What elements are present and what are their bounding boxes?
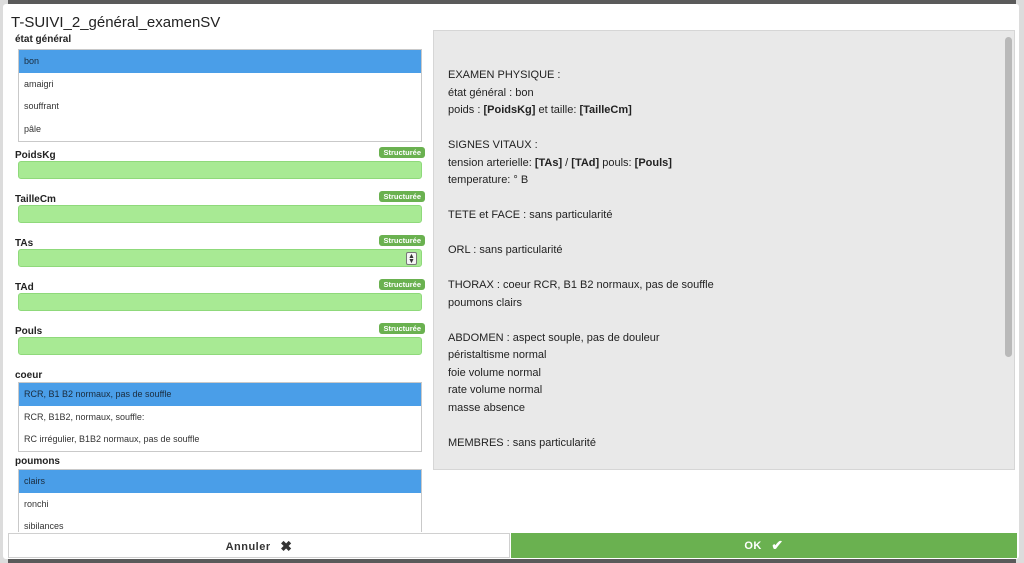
modal-dialog: T-SUIVI_2_général_examenSV état général … — [3, 4, 1019, 559]
report-line: foie volume normal — [448, 366, 541, 379]
scrollbar[interactable] — [1005, 37, 1012, 465]
report-line: ORL : sans particularité — [448, 244, 563, 256]
report-line: poids : [PoidsKg] et taille: [TailleCm] — [448, 104, 632, 116]
list-item[interactable]: amaigri — [19, 73, 421, 96]
structured-badge: Structurée — [379, 147, 425, 158]
report-line: rate volume normal — [448, 384, 543, 396]
report-line: tension arterielle: [TAs] / [TAd] pouls:… — [448, 156, 672, 169]
taille-input[interactable] — [18, 205, 422, 223]
list-item[interactable]: RC irrégulier, B1B2 normaux, pas de souf… — [19, 428, 421, 451]
scrollbar-thumb[interactable] — [1005, 37, 1012, 357]
list-item[interactable]: ronchi — [19, 493, 421, 516]
report-line: EXAMEN PHYSIQUE : — [448, 69, 561, 81]
pouls-input[interactable] — [18, 337, 422, 355]
list-item[interactable]: souffrant — [19, 95, 421, 118]
report-line — [448, 120, 988, 138]
poids-label: PoidsKg — [15, 150, 56, 161]
structured-badge: Structurée — [379, 191, 425, 202]
list-item[interactable]: pâle — [19, 118, 421, 141]
coeur-list[interactable]: RCR, B1 B2 normaux, pas de souffle RCR, … — [18, 382, 422, 452]
report-line: SIGNES VITAUX : — [448, 139, 538, 151]
report-line: poumons clairs — [448, 296, 522, 309]
list-item[interactable]: RCR, B1 B2 normaux, pas de souffle — [19, 383, 421, 406]
report-line — [448, 190, 988, 208]
form-column[interactable]: état général bon amaigri souffrant pâle … — [13, 32, 425, 532]
report-textarea[interactable]: EXAMEN PHYSIQUE : état général : bon poids… — [433, 30, 1015, 470]
taille-label: TailleCm — [15, 194, 56, 205]
list-item[interactable]: clairs — [19, 470, 421, 493]
poumons-list[interactable]: clairs ronchi sibilances — [18, 469, 422, 532]
report-line: ABDOMEN : aspect souple, pas de douleur — [448, 331, 660, 344]
ok-button-label: OK — [744, 540, 762, 552]
tad-input[interactable] — [18, 293, 422, 311]
structured-badge: Structurée — [379, 323, 425, 334]
poumons-label: poumons — [15, 456, 60, 467]
tas-input[interactable]: ▲ ▼ — [18, 249, 422, 267]
list-item[interactable]: bon — [19, 50, 421, 73]
number-spinner-icon[interactable]: ▲ ▼ — [406, 252, 417, 265]
tas-label: TAs — [15, 238, 34, 249]
report-line — [448, 312, 988, 330]
close-icon: ✖ — [280, 538, 293, 554]
report-text: EXAMEN PHYSIQUE : état général : bon poids… — [448, 67, 988, 452]
check-icon: ✔ — [771, 537, 784, 553]
list-item[interactable]: RCR, B1B2, normaux, souffle: — [19, 406, 421, 429]
report-line — [448, 225, 988, 243]
list-item[interactable]: sibilances — [19, 515, 421, 532]
etat-general-list[interactable]: bon amaigri souffrant pâle — [18, 49, 422, 142]
tad-label: TAd — [15, 282, 34, 293]
etat-general-label: état général — [15, 34, 72, 45]
poids-input[interactable] — [18, 161, 422, 179]
coeur-label: coeur — [15, 370, 43, 381]
structured-badge: Structurée — [379, 279, 425, 290]
dialog-title: T-SUIVI_2_général_examenSV — [11, 14, 221, 31]
ok-button[interactable]: OK ✔ — [511, 533, 1017, 558]
report-line: THORAX : coeur RCR, B1 B2 normaux, pas d… — [448, 279, 714, 291]
cancel-button[interactable]: Annuler ✖ — [8, 533, 510, 558]
report-line — [448, 260, 988, 278]
report-line — [448, 417, 988, 435]
report-line: MEMBRES : sans particularité — [448, 436, 596, 449]
report-line: masse absence — [448, 401, 526, 414]
structured-badge: Structurée — [379, 235, 425, 246]
pouls-label: Pouls — [15, 326, 43, 337]
report-line: TETE et FACE : sans particularité — [448, 209, 613, 221]
cancel-button-label: Annuler — [225, 541, 271, 553]
report-line: péristaltisme normal — [448, 349, 547, 361]
report-line: état général : bon — [448, 86, 534, 99]
report-line: temperature: ° B — [448, 174, 529, 186]
